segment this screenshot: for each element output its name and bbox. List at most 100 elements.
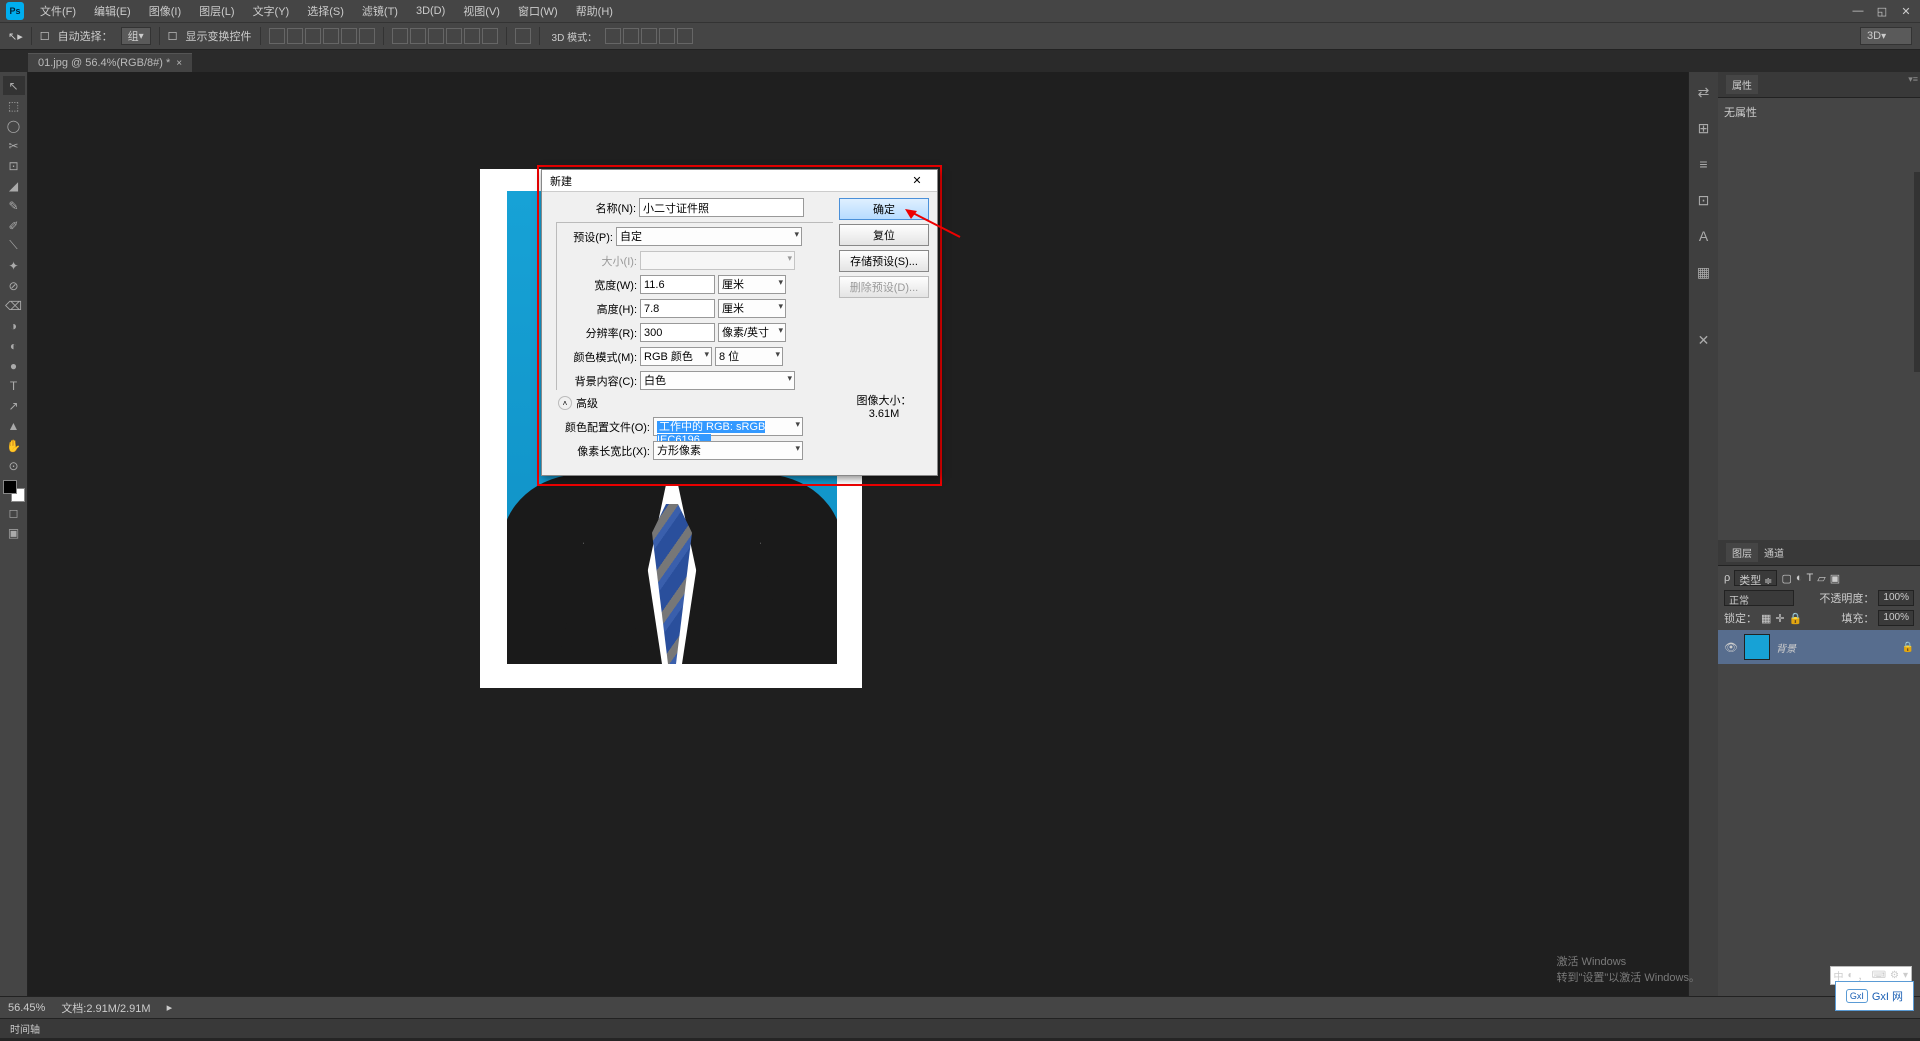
path-select-tool[interactable]: ↗ xyxy=(3,396,25,415)
screen-mode-icon[interactable]: ▣ xyxy=(3,523,25,542)
crop-tool[interactable]: ⊡ xyxy=(3,156,25,175)
resolution-unit-select[interactable]: 像素/英寸 xyxy=(718,323,786,342)
marquee-tool[interactable]: ⬚ xyxy=(3,96,25,115)
ok-button[interactable]: 确定 xyxy=(839,198,929,220)
pan3d-icon[interactable] xyxy=(641,28,657,44)
align-bottom-icon[interactable] xyxy=(305,28,321,44)
auto-select-checkbox[interactable]: ☐ xyxy=(40,30,50,43)
tab-channels[interactable]: 通道 xyxy=(1758,543,1790,562)
paragraph-icon[interactable]: ▦ xyxy=(1692,260,1716,284)
color-icon[interactable]: ⊞ xyxy=(1692,116,1716,140)
align-right-icon[interactable] xyxy=(359,28,375,44)
name-field[interactable] xyxy=(639,198,804,217)
window-minimize-icon[interactable]: — xyxy=(1850,4,1866,18)
dialog-close-button[interactable]: ✕ xyxy=(905,174,929,187)
eraser-tool[interactable]: ⊘ xyxy=(3,276,25,295)
distribute-top-icon[interactable] xyxy=(392,28,408,44)
distribute-left-icon[interactable] xyxy=(446,28,462,44)
menu-help[interactable]: 帮助(H) xyxy=(568,1,621,21)
quick-select-tool[interactable]: ✂ xyxy=(3,136,25,155)
width-field[interactable] xyxy=(640,275,715,294)
menu-layer[interactable]: 图层(L) xyxy=(191,1,242,21)
adjustments-icon[interactable]: ⊡ xyxy=(1692,188,1716,212)
character-icon[interactable]: A xyxy=(1692,224,1716,248)
lock-pixels-icon[interactable]: ▦ xyxy=(1761,612,1771,625)
lock-all-icon[interactable]: 🔒 xyxy=(1789,612,1803,625)
auto-align-icon[interactable] xyxy=(515,28,531,44)
window-restore-icon[interactable]: ◱ xyxy=(1874,4,1890,18)
lock-position-icon[interactable]: ✛ xyxy=(1775,612,1784,625)
filter-adjust-icon[interactable]: ◐ xyxy=(1796,572,1803,584)
stamp-tool[interactable]: ⟍ xyxy=(3,236,25,255)
align-left-icon[interactable] xyxy=(323,28,339,44)
pen-tool[interactable]: ● xyxy=(3,356,25,375)
swatches-icon[interactable]: ≡ xyxy=(1692,152,1716,176)
workspace-select[interactable]: 3D ▾ xyxy=(1860,27,1912,45)
orbit3d-icon[interactable] xyxy=(605,28,621,44)
visibility-icon[interactable]: 👁 xyxy=(1724,641,1738,654)
menu-3d[interactable]: 3D(D) xyxy=(408,3,453,19)
brush-tool[interactable]: ✐ xyxy=(3,216,25,235)
menu-window[interactable]: 窗口(W) xyxy=(510,1,566,21)
zoom-level[interactable]: 56.45% xyxy=(8,1002,45,1014)
menu-view[interactable]: 视图(V) xyxy=(455,1,508,21)
color-profile-select[interactable]: 工作中的 RGB: sRGB IEC6196... xyxy=(653,417,803,436)
healing-tool[interactable]: ✎ xyxy=(3,196,25,215)
history-brush-tool[interactable]: ✦ xyxy=(3,256,25,275)
window-close-icon[interactable]: ✕ xyxy=(1898,4,1914,18)
zoom3d-icon[interactable] xyxy=(677,28,693,44)
timeline-panel-tab[interactable]: 时间轴 xyxy=(0,1018,1920,1038)
advanced-toggle[interactable]: ˄ 高级 xyxy=(558,395,833,411)
gradient-tool[interactable]: ⌫ xyxy=(3,296,25,315)
tab-properties[interactable]: 属性 xyxy=(1726,75,1758,94)
tab-layers[interactable]: 图层 xyxy=(1726,543,1758,562)
menu-select[interactable]: 选择(S) xyxy=(299,1,352,21)
dodge-tool[interactable]: ◐ xyxy=(3,336,25,355)
cancel-button[interactable]: 复位 xyxy=(839,224,929,246)
filter-type-icon[interactable]: T xyxy=(1807,572,1814,584)
foreground-color-swatch[interactable] xyxy=(3,480,17,494)
filter-smart-icon[interactable]: ▣ xyxy=(1830,572,1840,585)
type-tool[interactable]: T xyxy=(3,376,25,395)
slide3d-icon[interactable] xyxy=(659,28,675,44)
quick-mask-icon[interactable]: ◻ xyxy=(3,503,25,522)
panel-menu-icon[interactable]: ▾≡ xyxy=(1908,74,1918,85)
preset-select[interactable]: 自定 xyxy=(616,227,802,246)
layer-item-background[interactable]: 👁 背景 🔒 xyxy=(1718,630,1920,664)
menu-image[interactable]: 图像(I) xyxy=(141,1,189,21)
save-preset-button[interactable]: 存储预设(S)... xyxy=(839,250,929,272)
colormode-select[interactable]: RGB 颜色 xyxy=(640,347,712,366)
opacity-input[interactable]: 100% xyxy=(1878,590,1914,606)
hand-tool[interactable]: ✋ xyxy=(3,436,25,455)
history-icon[interactable]: ⇄ xyxy=(1692,80,1716,104)
align-vcenter-icon[interactable] xyxy=(287,28,303,44)
align-top-icon[interactable] xyxy=(269,28,285,44)
background-select[interactable]: 白色 xyxy=(640,371,795,390)
blur-tool[interactable]: ◑ xyxy=(3,316,25,335)
height-unit-select[interactable]: 厘米 xyxy=(718,299,786,318)
distribute-bottom-icon[interactable] xyxy=(428,28,444,44)
distribute-right-icon[interactable] xyxy=(482,28,498,44)
document-tab[interactable]: 01.jpg @ 56.4%(RGB/8#) * × xyxy=(28,53,192,72)
statusbar-menu-icon[interactable]: ▸ xyxy=(167,1001,173,1014)
filter-shape-icon[interactable]: ▱ xyxy=(1817,572,1825,585)
align-hcenter-icon[interactable] xyxy=(341,28,357,44)
pixel-aspect-select[interactable]: 方形像素 xyxy=(653,441,803,460)
filter-pixel-icon[interactable]: ▢ xyxy=(1781,572,1791,585)
menu-file[interactable]: 文件(F) xyxy=(32,1,84,21)
menu-edit[interactable]: 编辑(E) xyxy=(86,1,139,21)
distribute-hcenter-icon[interactable] xyxy=(464,28,480,44)
tools-preset-icon[interactable]: ✕ xyxy=(1692,328,1716,352)
zoom-tool[interactable]: ⊙ xyxy=(3,456,25,475)
menu-filter[interactable]: 滤镜(T) xyxy=(354,1,406,21)
roll3d-icon[interactable] xyxy=(623,28,639,44)
move-tool[interactable]: ↖ xyxy=(3,76,25,95)
show-transform-checkbox[interactable]: ☐ xyxy=(168,30,178,43)
auto-select-target-select[interactable]: 组 ▾ xyxy=(121,27,151,45)
fill-input[interactable]: 100% xyxy=(1878,610,1914,626)
eyedropper-tool[interactable]: ◢ xyxy=(3,176,25,195)
shape-tool[interactable]: ▲ xyxy=(3,416,25,435)
menu-type[interactable]: 文字(Y) xyxy=(245,1,298,21)
document-info[interactable]: 文档:2.91M/2.91M xyxy=(61,1000,150,1016)
width-unit-select[interactable]: 厘米 xyxy=(718,275,786,294)
